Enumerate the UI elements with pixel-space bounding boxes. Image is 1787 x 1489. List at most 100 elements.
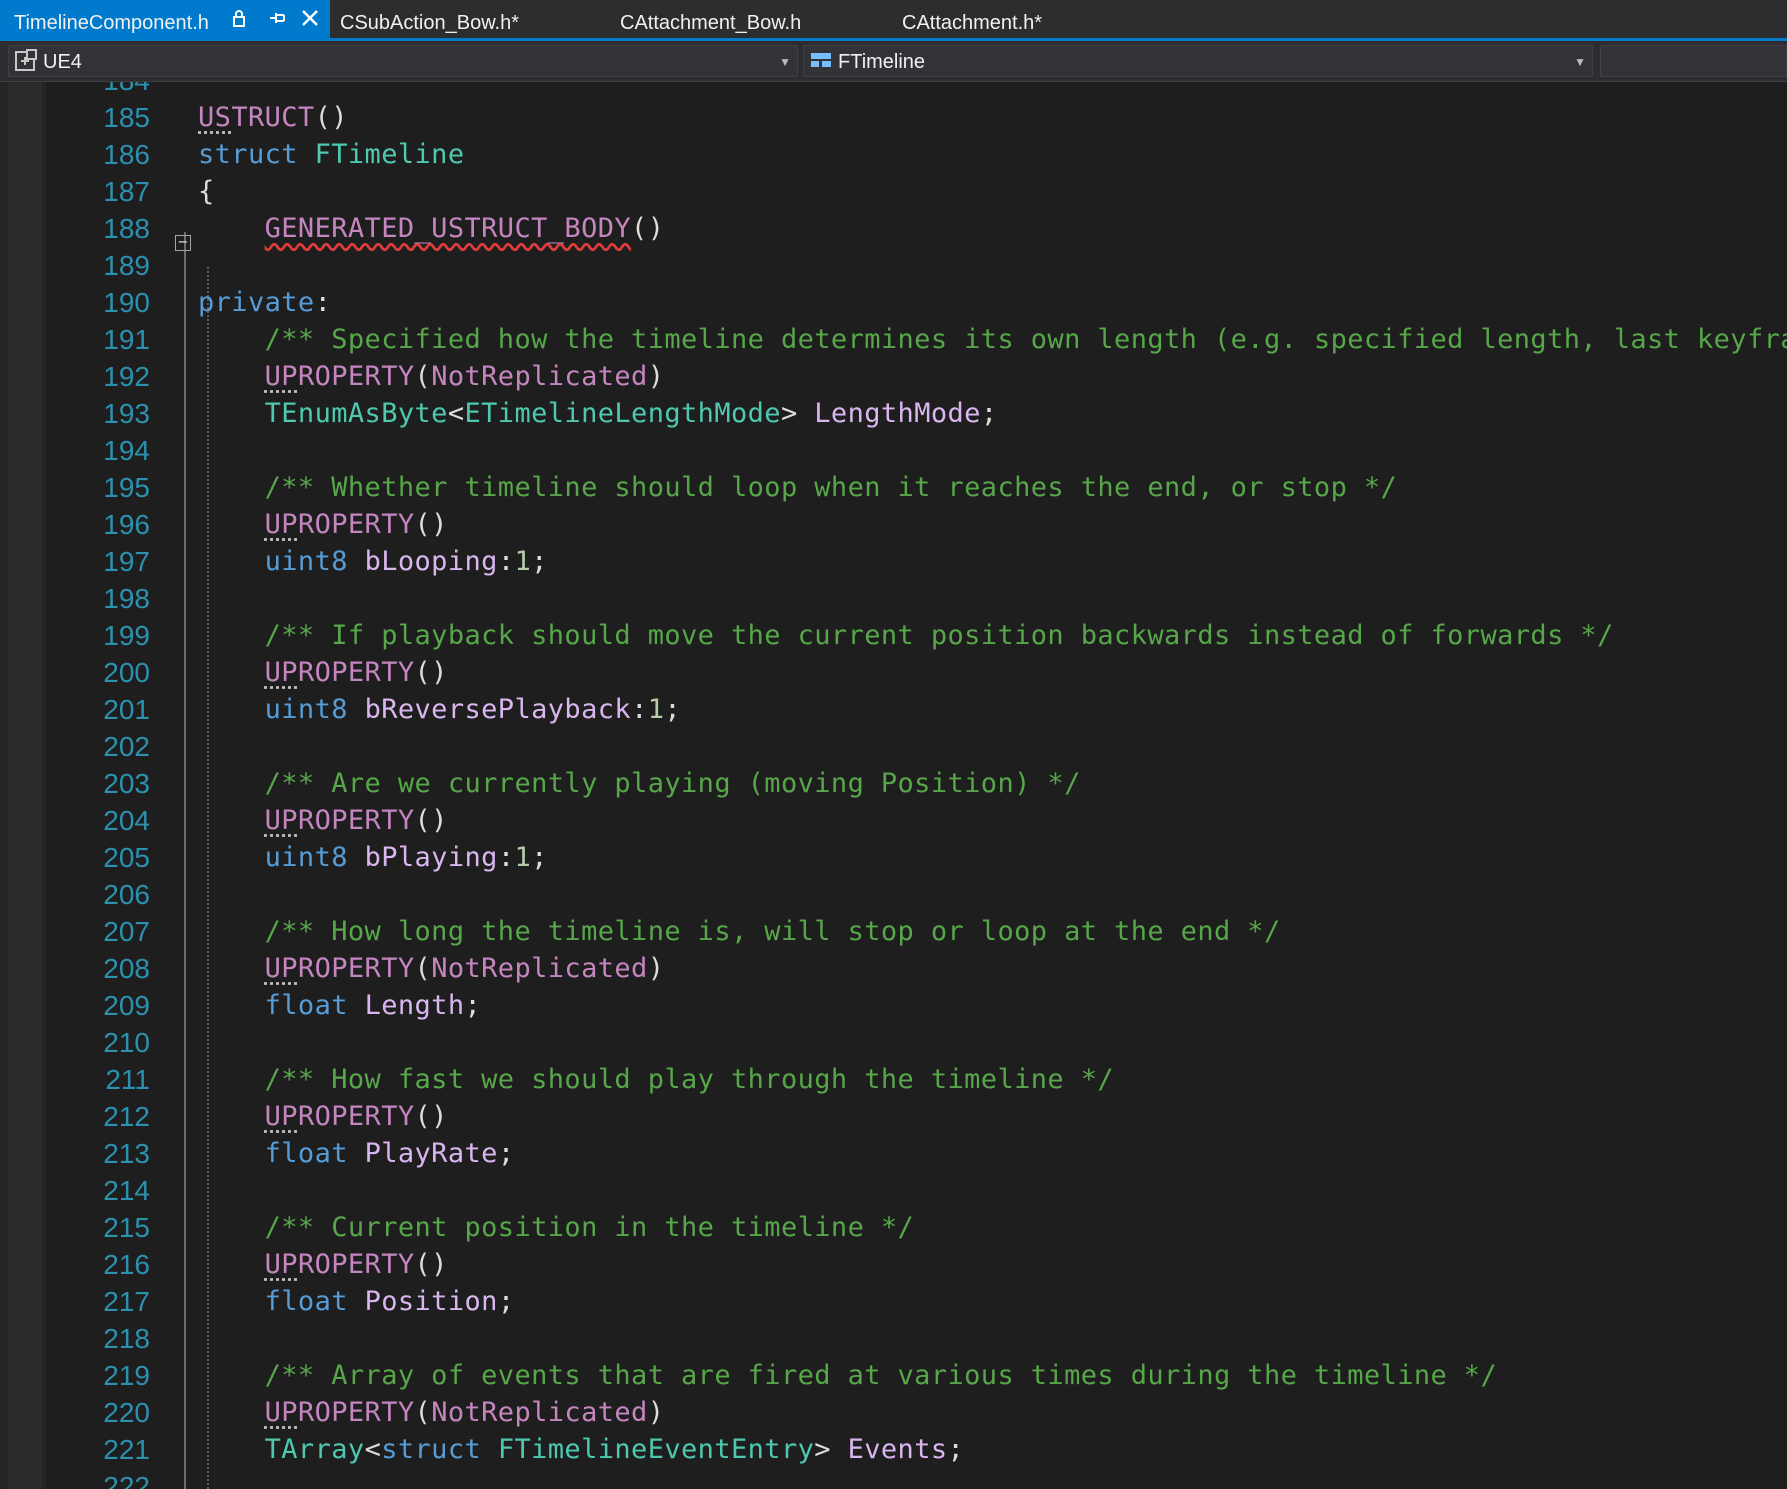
line-number: 184 (60, 82, 150, 99)
line-number: 191 (103, 324, 150, 355)
line-code: /** Whether timeline should loop when it… (264, 472, 1398, 503)
code-line[interactable]: 214 (0, 1172, 1787, 1209)
code-line[interactable]: 197 uint8 bLooping:1; (0, 543, 1787, 580)
pin-icon[interactable] (268, 0, 286, 38)
code-line[interactable]: 195 /** Whether timeline should loop whe… (0, 469, 1787, 506)
line-code: float Position; (264, 1286, 515, 1317)
code-line[interactable]: 192 UPROPERTY(NotReplicated) (0, 358, 1787, 395)
code-line[interactable]: 212 UPROPERTY() (0, 1098, 1787, 1135)
line-code: UPROPERTY() (264, 805, 448, 836)
code-line[interactable]: 188 GENERATED_USTRUCT_BODY() (0, 210, 1787, 247)
tab-csubaction-bow-h[interactable]: CSubAction_Bow.h* (326, 0, 566, 38)
line-number: 202 (103, 731, 150, 762)
code-line[interactable]: 204 UPROPERTY() (0, 802, 1787, 839)
line-code: UPROPERTY(NotReplicated) (264, 361, 665, 392)
code-line[interactable]: 200 UPROPERTY() (0, 654, 1787, 691)
line-number: 203 (103, 768, 150, 799)
code-line[interactable]: 208 UPROPERTY(NotReplicated) (0, 950, 1787, 987)
tab-label: CAttachment_Bow.h (620, 12, 802, 34)
code-line[interactable]: 193 TEnumAsByte<ETimelineLengthMode> Len… (0, 395, 1787, 432)
line-code: TEnumAsByte<ETimelineLengthMode> LengthM… (264, 398, 998, 429)
code-line[interactable]: 191 /** Specified how the timeline deter… (0, 321, 1787, 358)
line-code: /** Are we currently playing (moving Pos… (264, 768, 1081, 799)
code-line[interactable]: 189 (0, 247, 1787, 284)
tab-label: CSubAction_Bow.h* (340, 12, 520, 34)
code-line[interactable]: 205 uint8 bPlaying:1; (0, 839, 1787, 876)
line-number: 213 (103, 1138, 150, 1169)
code-line[interactable]: 217 float Position; (0, 1283, 1787, 1320)
code-line[interactable]: 209 float Length; (0, 987, 1787, 1024)
line-code: UPROPERTY() (264, 1101, 448, 1132)
line-number: 216 (103, 1249, 150, 1280)
line-code: uint8 bPlaying:1; (264, 842, 548, 873)
code-line[interactable]: 219 /** Array of events that are fired a… (0, 1357, 1787, 1394)
project-dropdown[interactable]: UE4 ▼ (8, 45, 798, 77)
line-code: TArray<struct FTimelineEventEntry> Event… (264, 1434, 965, 1465)
tab-label: TimelineComponent.h (14, 12, 209, 34)
tab-cattachment-h[interactable]: CAttachment.h* (888, 0, 1128, 38)
line-number: 206 (103, 879, 150, 910)
line-code: /** How long the timeline is, will stop … (264, 916, 1281, 947)
tab-timelinecomponent-h[interactable]: TimelineComponent.h (0, 0, 330, 38)
chevron-down-icon: ▼ (779, 55, 791, 69)
code-line[interactable]: 207 /** How long the timeline is, will s… (0, 913, 1787, 950)
code-line[interactable]: 194 (0, 432, 1787, 469)
code-line[interactable]: 220 UPROPERTY(NotReplicated) (0, 1394, 1787, 1431)
code-line[interactable]: 218 (0, 1320, 1787, 1357)
code-line[interactable]: 211 /** How fast we should play through … (0, 1061, 1787, 1098)
scope-name: FTimeline (838, 51, 926, 73)
line-number: 195 (103, 472, 150, 503)
code-line[interactable]: 222 (0, 1468, 1787, 1489)
code-line[interactable]: 201 uint8 bReversePlayback:1; (0, 691, 1787, 728)
close-icon[interactable] (300, 0, 320, 38)
code-line[interactable]: 206 (0, 876, 1787, 913)
lock-icon (232, 0, 246, 38)
code-line[interactable]: 187 { (0, 173, 1787, 210)
tab-cattachment-bow-h[interactable]: CAttachment_Bow.h (606, 0, 866, 38)
line-code: float PlayRate; (264, 1138, 515, 1169)
line-code: struct FTimeline (198, 139, 465, 170)
code-line[interactable]: 196 UPROPERTY() (0, 506, 1787, 543)
line-number: 186 (103, 139, 150, 170)
line-number: 215 (103, 1212, 150, 1243)
code-line[interactable]: 184 (0, 82, 1787, 99)
code-line[interactable]: 199 /** If playback should move the curr… (0, 617, 1787, 654)
chevron-down-icon: ▼ (1574, 55, 1586, 69)
code-line[interactable]: 203 /** Are we currently playing (moving… (0, 765, 1787, 802)
code-line[interactable]: 186 struct FTimeline (0, 136, 1787, 173)
navigation-bar: UE4 ▼ FTimeline ▼ (0, 41, 1787, 82)
line-code: /** Specified how the timeline determine… (264, 324, 1787, 355)
code-line[interactable]: 216 UPROPERTY() (0, 1246, 1787, 1283)
document-tab-strip: TimelineComponent.h CSubAction_Bow.h* CA… (0, 0, 1787, 38)
line-code: float Length; (264, 990, 482, 1021)
code-line[interactable]: 185 USTRUCT() (0, 99, 1787, 136)
line-number: 204 (103, 805, 150, 836)
line-number: 220 (103, 1397, 150, 1428)
scope-dropdown[interactable]: FTimeline ▼ (803, 45, 1593, 77)
line-number: 212 (103, 1101, 150, 1132)
project-icon (13, 48, 39, 74)
line-code: uint8 bReversePlayback:1; (264, 694, 682, 725)
line-number: 218 (103, 1323, 150, 1354)
line-number: 219 (103, 1360, 150, 1391)
line-number: 205 (103, 842, 150, 873)
line-number: 189 (103, 250, 150, 281)
code-line[interactable]: 215 /** Current position in the timeline… (0, 1209, 1787, 1246)
line-code: UPROPERTY() (264, 509, 448, 540)
line-code: /** How fast we should play through the … (264, 1064, 1115, 1095)
member-dropdown[interactable] (1600, 45, 1787, 77)
line-number: 207 (103, 916, 150, 947)
line-number: 193 (103, 398, 150, 429)
code-line[interactable]: 198 (0, 580, 1787, 617)
code-line[interactable]: 190 private: (0, 284, 1787, 321)
code-line[interactable]: 221 TArray<struct FTimelineEventEntry> E… (0, 1431, 1787, 1468)
line-number: 187 (103, 176, 150, 207)
code-line[interactable]: 213 float PlayRate; (0, 1135, 1787, 1172)
line-number: 200 (103, 657, 150, 688)
code-line[interactable]: 202 (0, 728, 1787, 765)
line-number: 217 (103, 1286, 150, 1317)
line-code: /** If playback should move the current … (264, 620, 1614, 651)
line-number: 211 (105, 1064, 150, 1095)
code-line[interactable]: 210 (0, 1024, 1787, 1061)
code-editor[interactable]: − 184185USTRUCT()186struct FTimeline187{… (0, 82, 1787, 1489)
